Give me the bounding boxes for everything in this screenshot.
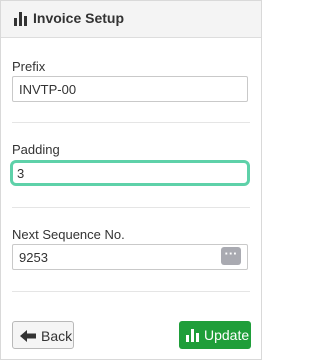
invoice-setup-panel: Invoice Setup Prefix Padding Next Sequen… xyxy=(0,0,262,360)
divider xyxy=(12,291,250,292)
arrow-left-icon xyxy=(20,330,36,342)
panel-title: Invoice Setup xyxy=(33,10,125,26)
back-button[interactable]: Back xyxy=(12,321,74,349)
update-button-label: Update xyxy=(204,327,250,343)
padding-input[interactable] xyxy=(10,160,250,186)
divider xyxy=(12,207,250,208)
next-sequence-input[interactable] xyxy=(12,244,248,270)
update-button[interactable]: Update xyxy=(179,321,251,349)
divider xyxy=(12,122,250,123)
back-button-label: Back xyxy=(41,328,73,344)
ellipsis-icon[interactable]: ··· xyxy=(221,247,241,265)
bar-chart-icon xyxy=(14,12,27,26)
bar-chart-icon xyxy=(186,329,199,342)
next-sequence-label: Next Sequence No. xyxy=(12,227,125,242)
prefix-label: Prefix xyxy=(12,59,46,74)
panel-header: Invoice Setup xyxy=(1,1,261,38)
prefix-input[interactable] xyxy=(12,76,248,102)
padding-label: Padding xyxy=(12,142,60,157)
